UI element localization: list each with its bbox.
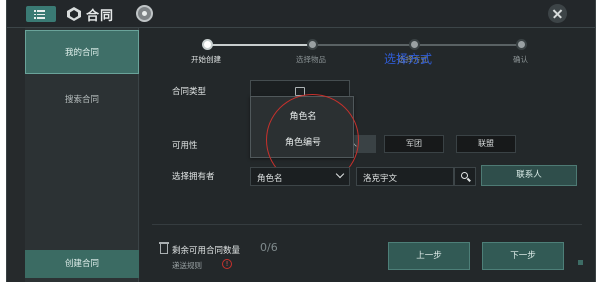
step-label-confirm: 确认 bbox=[513, 55, 528, 64]
availability-alliance-button[interactable]: 联盟 bbox=[456, 135, 516, 153]
owner-type-value: 角色名 bbox=[257, 174, 283, 184]
annotation-caption: 选择方式 bbox=[384, 52, 433, 66]
step-dot-start bbox=[202, 39, 213, 50]
dropdown-option-character-name[interactable]: 角色名 bbox=[251, 109, 355, 122]
contract-type-label: 合同类型 bbox=[172, 87, 207, 97]
app-title: 合同 bbox=[86, 9, 115, 24]
step-connector bbox=[414, 44, 522, 46]
chevron-down-icon bbox=[335, 169, 345, 179]
step-dot-confirm bbox=[516, 39, 527, 50]
delivery-rules-link[interactable]: 递送规则 bbox=[172, 260, 202, 271]
main-panel: 开始创建 选择物品 选择方式 确认 选择方式 合同类型 可用性 人 军团 联盟 … bbox=[140, 28, 596, 282]
owner-name-input[interactable]: 洛克宇文 bbox=[356, 167, 454, 186]
search-icon[interactable] bbox=[454, 167, 476, 186]
step-connector bbox=[312, 44, 414, 46]
trash-icon bbox=[159, 242, 169, 254]
app-logo-icon bbox=[67, 7, 81, 21]
sidebar-item-search-contracts[interactable]: 搜索合同 bbox=[25, 78, 139, 122]
sidebar: 我的合同 搜索合同 创建合同 bbox=[25, 28, 139, 282]
previous-step-button[interactable]: 上一步 bbox=[388, 242, 470, 270]
contract-window: 合同 我的合同 搜索合同 创建合同 开始创建 选择物品 选择方式 确认 选择方式… bbox=[6, 0, 596, 282]
contract-type-dropdown: 角色名 角色编号 bbox=[250, 96, 354, 158]
sidebar-item-my-contracts[interactable]: 我的合同 bbox=[25, 30, 139, 74]
image-icon bbox=[295, 87, 305, 96]
step-connector bbox=[208, 44, 312, 46]
dropdown-option-character-id[interactable]: 角色编号 bbox=[251, 135, 355, 148]
next-step-button[interactable]: 下一步 bbox=[482, 242, 564, 270]
record-icon[interactable] bbox=[136, 5, 153, 22]
close-icon[interactable] bbox=[548, 4, 567, 23]
menu-icon[interactable] bbox=[26, 6, 56, 22]
create-contract-button[interactable]: 创建合同 bbox=[25, 250, 139, 278]
divider bbox=[152, 224, 582, 225]
owner-name-value: 洛克宇文 bbox=[363, 174, 398, 184]
step-dot-method bbox=[409, 39, 420, 50]
step-dot-items bbox=[307, 39, 318, 50]
contacts-button[interactable]: 联系人 bbox=[481, 165, 577, 186]
availability-label: 可用性 bbox=[172, 141, 198, 151]
availability-corporation-button[interactable]: 军团 bbox=[384, 135, 444, 153]
step-label-items: 选择物品 bbox=[296, 55, 326, 64]
owner-label: 选择拥有者 bbox=[172, 172, 215, 182]
step-label-start: 开始创建 bbox=[191, 55, 221, 64]
info-icon[interactable]: ! bbox=[222, 259, 232, 269]
title-bar: 合同 bbox=[6, 0, 596, 28]
remaining-contracts-label: 剩余可用合同数量 bbox=[172, 246, 241, 256]
owner-type-select[interactable]: 角色名 bbox=[250, 167, 350, 186]
remaining-contracts-count: 0/6 bbox=[260, 241, 278, 254]
corner-indicator bbox=[578, 260, 583, 265]
